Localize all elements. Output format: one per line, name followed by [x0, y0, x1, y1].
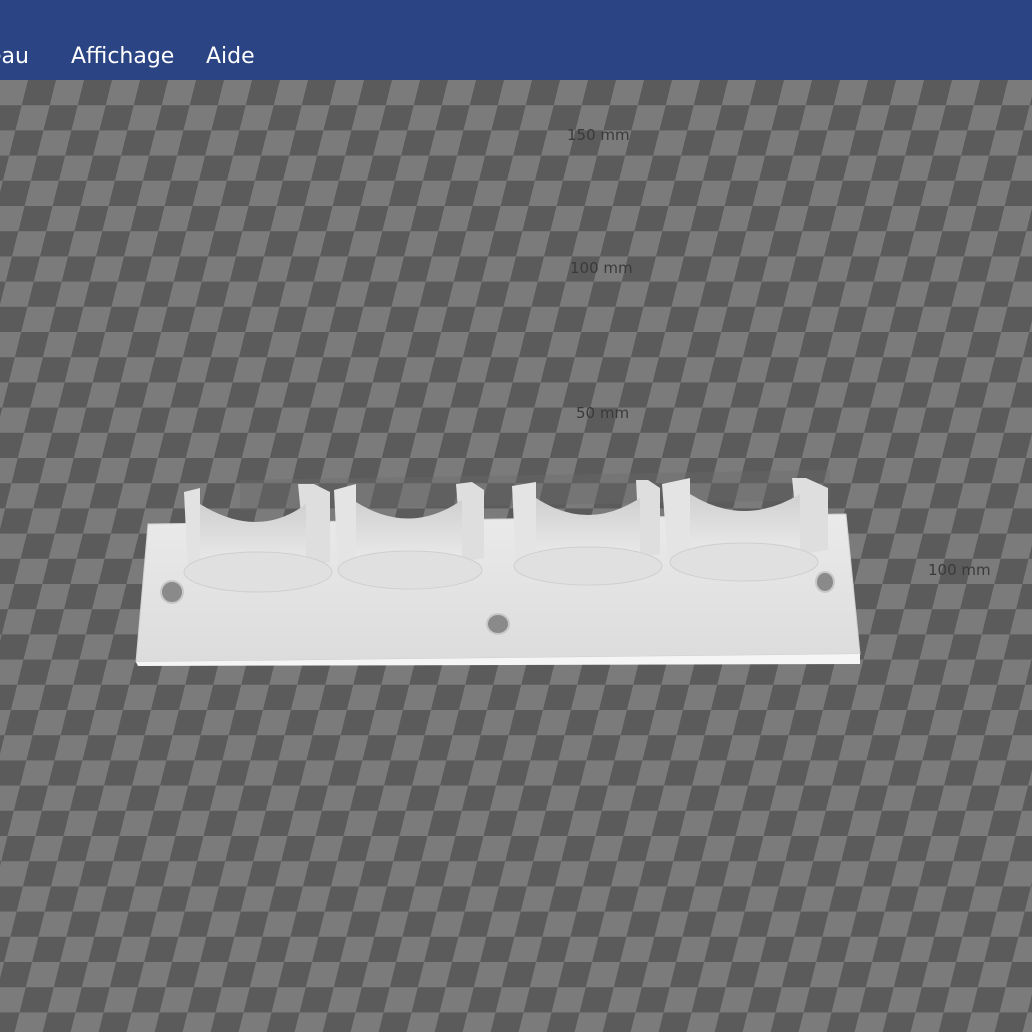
menu-item-aide[interactable]: Aide: [206, 43, 255, 71]
mounting-hole-left: [160, 580, 184, 604]
slicer-window: eau Affichage Aide 1: [0, 0, 1032, 1032]
ruler-label-100-y: 100 mm: [570, 259, 633, 277]
mounting-hole-center: [486, 613, 510, 635]
menu-bar: eau Affichage Aide: [0, 0, 1032, 80]
ruler-label-100-x: 100 mm: [928, 561, 991, 579]
ruler-label-50: 50 mm: [576, 404, 629, 422]
ruler-label-150: 150 mm: [567, 126, 630, 144]
mounting-hole-right: [815, 571, 835, 593]
3d-viewport[interactable]: 150 mm 100 mm 50 mm 100 mm: [0, 80, 1032, 1032]
printable-model[interactable]: [135, 470, 861, 666]
viewport-canvas[interactable]: 150 mm 100 mm 50 mm 100 mm: [0, 80, 1032, 1032]
menu-item-tableau[interactable]: eau: [0, 43, 29, 71]
menu-item-affichage[interactable]: Affichage: [71, 43, 174, 71]
